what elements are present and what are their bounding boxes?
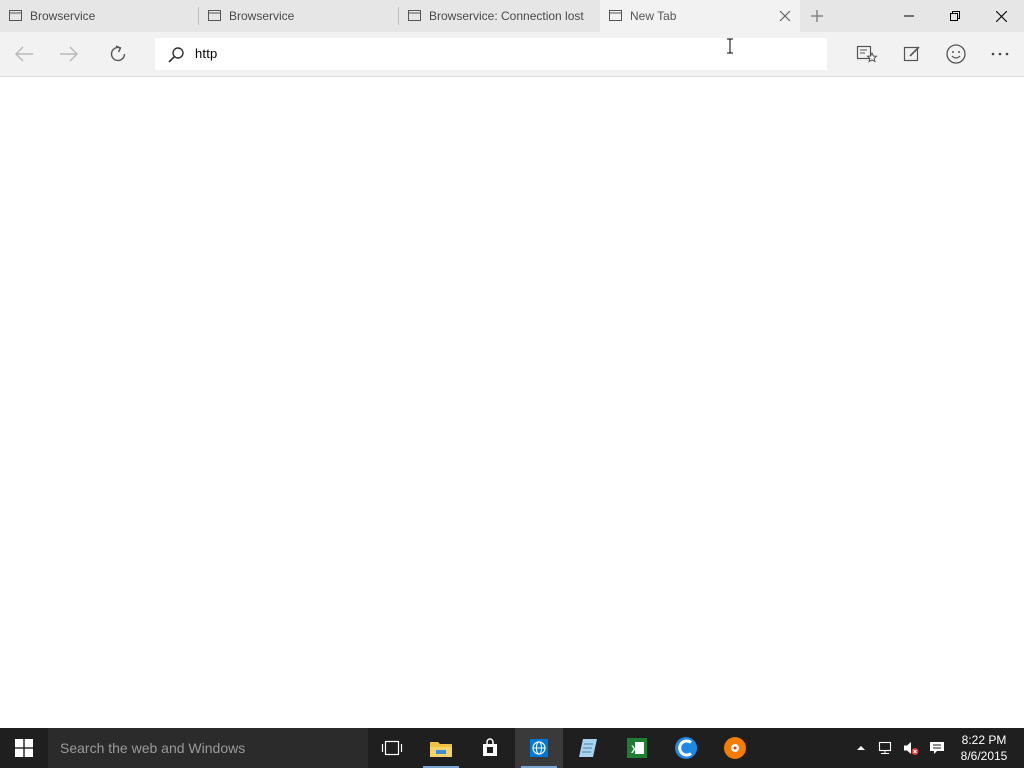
show-hidden-icons-button[interactable] bbox=[853, 740, 869, 756]
tab-connection-lost[interactable]: Browservice: Connection lost bbox=[399, 0, 600, 32]
media-disc-icon bbox=[724, 737, 746, 759]
taskbar-browser[interactable] bbox=[662, 728, 710, 768]
arrow-left-icon bbox=[15, 46, 33, 62]
reading-list-button[interactable] bbox=[851, 38, 883, 70]
page-icon bbox=[408, 10, 421, 21]
refresh-icon bbox=[110, 45, 126, 62]
taskbar: Search the web and Windows X 8:22 PM 8/6… bbox=[0, 728, 1024, 768]
favorites-hub-icon bbox=[856, 45, 878, 63]
tab-browservice-1[interactable]: Browservice bbox=[0, 0, 198, 32]
store-bag-icon bbox=[483, 738, 497, 756]
page-content bbox=[0, 77, 1024, 728]
restore-icon bbox=[950, 11, 960, 21]
taskbar-file-explorer[interactable] bbox=[417, 728, 465, 768]
chevron-up-icon bbox=[857, 746, 865, 750]
volume-muted-icon bbox=[904, 742, 919, 755]
restore-button[interactable] bbox=[932, 0, 978, 32]
clock-time: 8:22 PM bbox=[961, 733, 1007, 747]
navigation-bar: http bbox=[0, 32, 1024, 77]
taskbar-edge[interactable] bbox=[515, 728, 563, 768]
refresh-button[interactable] bbox=[102, 38, 134, 70]
browser-c-icon bbox=[675, 737, 697, 759]
tab-label: Browservice bbox=[30, 9, 96, 23]
clock-date: 8/6/2015 bbox=[960, 749, 1008, 763]
minimize-icon bbox=[904, 15, 914, 17]
system-clock[interactable]: 8:22 PM 8/6/2015 bbox=[952, 732, 1016, 764]
start-button[interactable] bbox=[0, 728, 48, 768]
volume-tray-button[interactable] bbox=[903, 740, 919, 756]
close-tab-icon[interactable] bbox=[778, 9, 792, 23]
close-window-button[interactable] bbox=[978, 0, 1024, 32]
address-input-value: http bbox=[195, 46, 218, 61]
more-button[interactable] bbox=[984, 38, 1016, 70]
tab-label: Browservice: Connection lost bbox=[429, 9, 584, 23]
task-view-icon bbox=[381, 740, 403, 756]
notification-icon bbox=[930, 742, 944, 754]
back-button[interactable] bbox=[8, 38, 40, 70]
taskbar-search-box[interactable]: Search the web and Windows bbox=[48, 728, 368, 768]
title-bar: Browservice Browservice Browservice: Con… bbox=[0, 0, 1024, 32]
svg-text:X: X bbox=[631, 744, 639, 756]
forward-button[interactable] bbox=[53, 38, 85, 70]
tab-new-tab[interactable]: New Tab bbox=[600, 0, 800, 32]
new-tab-button[interactable] bbox=[803, 2, 831, 30]
taskbar-notepad[interactable] bbox=[564, 728, 612, 768]
folder-icon bbox=[430, 742, 452, 757]
taskbar-store[interactable] bbox=[466, 728, 514, 768]
search-icon bbox=[168, 47, 184, 63]
network-icon bbox=[878, 741, 892, 754]
excel-icon: X bbox=[627, 738, 647, 758]
tab-browservice-2[interactable]: Browservice bbox=[199, 0, 398, 32]
search-placeholder: Search the web and Windows bbox=[60, 740, 246, 756]
smiley-icon bbox=[946, 44, 966, 64]
more-icon bbox=[991, 52, 1009, 56]
feedback-button[interactable] bbox=[940, 38, 972, 70]
action-center-button[interactable] bbox=[929, 740, 945, 756]
tab-label: New Tab bbox=[630, 9, 677, 23]
taskbar-excel[interactable]: X bbox=[613, 728, 661, 768]
page-icon bbox=[208, 10, 221, 21]
arrow-right-icon bbox=[60, 46, 78, 62]
taskbar-media-player[interactable] bbox=[711, 728, 759, 768]
tab-label: Browservice bbox=[229, 9, 295, 23]
task-view-button[interactable] bbox=[368, 728, 416, 768]
windows-logo-icon bbox=[15, 739, 33, 757]
page-icon bbox=[609, 10, 622, 21]
globe-icon bbox=[530, 739, 548, 757]
close-icon bbox=[995, 10, 1007, 22]
network-tray-button[interactable] bbox=[878, 740, 894, 756]
notepad-icon bbox=[579, 739, 597, 757]
text-cursor-icon bbox=[727, 38, 733, 54]
web-note-button[interactable] bbox=[896, 38, 928, 70]
plus-icon bbox=[811, 10, 823, 22]
minimize-button[interactable] bbox=[886, 0, 932, 32]
page-icon bbox=[9, 10, 22, 21]
edit-note-icon bbox=[903, 46, 920, 62]
